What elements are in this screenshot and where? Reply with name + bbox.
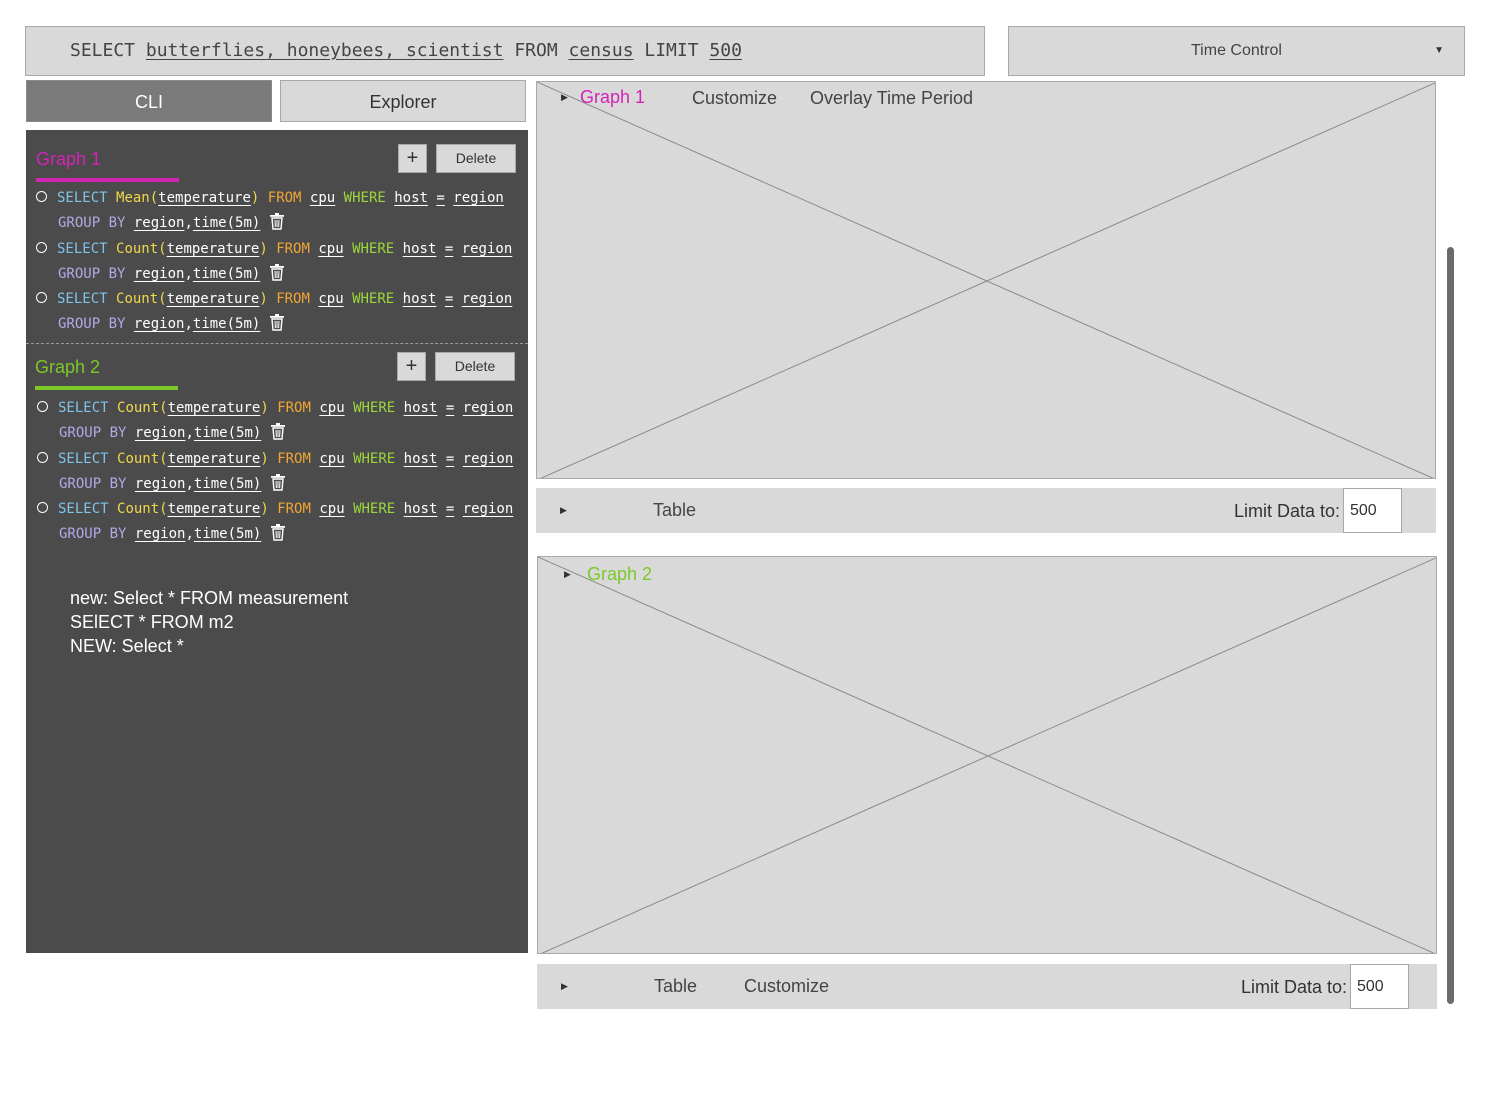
expand-triangle-icon[interactable]: ▶ <box>564 569 571 580</box>
limit-data-label: Limit Data to: <box>1241 977 1348 997</box>
query-history: new: Select * FROM measurement SElECT * … <box>70 586 348 658</box>
query-keyword-select: SELECT <box>70 40 146 61</box>
cli-graph2-title: Graph 2 <box>35 357 101 377</box>
graph-placeholder <box>537 82 1435 478</box>
graph1-canvas[interactable]: ▶ Graph 1 Customize Overlay Time Period <box>536 81 1436 479</box>
query-radio[interactable] <box>36 241 47 253</box>
graph1-overlay-link[interactable]: Overlay Time Period <box>810 88 973 109</box>
query-radio[interactable] <box>37 501 48 513</box>
query-keyword-from: FROM <box>503 40 569 61</box>
limit-data-input[interactable]: 500 <box>1350 964 1409 1009</box>
graph1-title: Graph 1 <box>580 87 646 107</box>
query-item-groupby: GROUP BY region,time(5m) <box>58 313 285 334</box>
delete-graph-button[interactable]: Delete <box>435 352 515 381</box>
query-fields: butterflies, honeybees, scientist <box>145 40 504 61</box>
group-divider <box>26 343 528 344</box>
graph2-customize-link[interactable]: Customize <box>744 976 829 997</box>
cli-graph2-underline <box>35 386 178 390</box>
query-item-groupby: GROUP BY region,time(5m) <box>59 422 286 443</box>
query-radio[interactable] <box>37 451 48 463</box>
trash-icon[interactable] <box>271 473 286 491</box>
query-radio[interactable] <box>36 190 47 202</box>
trash-icon[interactable] <box>271 523 286 541</box>
query-limit-value: 500 <box>709 40 742 61</box>
history-item[interactable]: SElECT * FROM m2 <box>70 610 348 634</box>
cli-graph1-title: Graph 1 <box>36 149 102 169</box>
query-item-groupby: GROUP BY region,time(5m) <box>59 473 286 494</box>
query-item[interactable]: SELECT Count(temperature) FROM cpu WHERE… <box>37 449 513 469</box>
query-item-groupby: GROUP BY region,time(5m) <box>58 263 285 284</box>
limit-data-label: Limit Data to: <box>1234 501 1341 521</box>
time-control-label: Time Control <box>1191 42 1282 59</box>
cli-graph1-underline <box>36 178 179 182</box>
history-item[interactable]: new: Select * FROM measurement <box>70 586 348 610</box>
graph-placeholder <box>538 557 1436 953</box>
scrollbar[interactable] <box>1447 247 1454 1004</box>
tab-explorer[interactable]: Explorer <box>280 80 526 122</box>
tab-cli[interactable]: CLI <box>26 80 272 122</box>
limit-data-input[interactable]: 500 <box>1343 488 1402 533</box>
graph2-table-bar: ▶ Table Customize Limit Data to: 500 <box>537 964 1437 1009</box>
query-item[interactable]: SELECT Mean(temperature) FROM cpu WHERE … <box>36 188 504 208</box>
expand-triangle-icon[interactable]: ▶ <box>561 981 568 992</box>
trash-icon[interactable] <box>270 212 285 230</box>
add-query-button[interactable]: + <box>398 144 427 173</box>
graph2-canvas[interactable]: ▶ Graph 2 <box>537 556 1437 954</box>
query-item-groupby: GROUP BY region,time(5m) <box>59 523 286 544</box>
graph2-title: Graph 2 <box>587 564 653 584</box>
query-item-groupby: GROUP BY region,time(5m) <box>58 212 285 233</box>
time-control-dropdown[interactable]: Time Control ▼ <box>1008 26 1465 76</box>
add-query-button[interactable]: + <box>397 352 426 381</box>
query-keyword-limit: LIMIT <box>633 40 710 61</box>
graph2-table-toggle[interactable]: Table <box>654 976 697 997</box>
query-item[interactable]: SELECT Count(temperature) FROM cpu WHERE… <box>36 239 512 259</box>
query-radio[interactable] <box>36 291 47 303</box>
expand-triangle-icon[interactable]: ▶ <box>560 505 567 516</box>
delete-graph-button[interactable]: Delete <box>436 144 516 173</box>
cli-panel: Graph 1 + Delete SELECT Mean(temperature… <box>26 130 528 953</box>
query-input[interactable]: SELECT butterflies, honeybees, scientist… <box>25 26 985 76</box>
graph1-table-bar: ▶ Table Limit Data to: 500 <box>536 488 1436 533</box>
history-item[interactable]: NEW: Select * <box>70 634 348 658</box>
caret-down-icon: ▼ <box>1434 45 1444 56</box>
query-item[interactable]: SELECT Count(temperature) FROM cpu WHERE… <box>36 289 512 309</box>
trash-icon[interactable] <box>270 263 285 281</box>
query-radio[interactable] <box>37 400 48 412</box>
expand-triangle-icon[interactable]: ▶ <box>561 92 568 103</box>
query-item[interactable]: SELECT Count(temperature) FROM cpu WHERE… <box>37 398 513 418</box>
trash-icon[interactable] <box>271 422 286 440</box>
graph1-table-toggle[interactable]: Table <box>653 500 696 521</box>
graph1-customize-link[interactable]: Customize <box>692 88 777 109</box>
trash-icon[interactable] <box>270 313 285 331</box>
query-measurement: census <box>568 40 634 61</box>
query-item[interactable]: SELECT Count(temperature) FROM cpu WHERE… <box>37 499 513 519</box>
